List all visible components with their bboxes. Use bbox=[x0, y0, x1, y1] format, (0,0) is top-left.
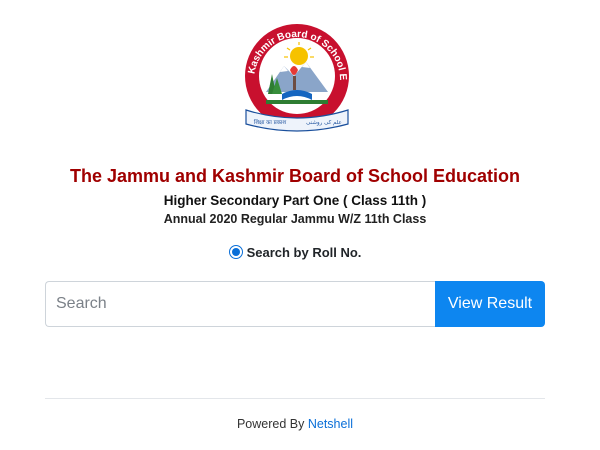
search-input[interactable] bbox=[45, 281, 435, 327]
netshell-link[interactable]: Netshell bbox=[308, 417, 353, 431]
result-page: Jammu & Kashmir Board of School Educatio… bbox=[0, 0, 600, 450]
footer: Powered By Netshell bbox=[0, 417, 590, 431]
board-logo: Jammu & Kashmir Board of School Educatio… bbox=[232, 14, 362, 136]
search-mode-option[interactable]: Search by Roll No. bbox=[0, 245, 590, 260]
logo-banner-right: علم کی روشنی bbox=[306, 119, 342, 126]
page-title: The Jammu and Kashmir Board of School Ed… bbox=[69, 166, 521, 186]
footer-prefix: Powered By bbox=[236, 417, 308, 431]
footer-divider bbox=[45, 398, 545, 399]
board-emblem-icon: Jammu & Kashmir Board of School Educatio… bbox=[232, 14, 349, 132]
class-subtitle: Higher Secondary Part One ( Class 11th ) bbox=[163, 193, 427, 208]
view-result-button[interactable]: View Result bbox=[435, 281, 545, 327]
logo-banner-left: शिक्षा का प्रकाश bbox=[254, 119, 286, 126]
roll-no-radio-label: Search by Roll No. bbox=[246, 245, 362, 260]
roll-no-radio[interactable] bbox=[228, 245, 243, 259]
exam-session: Annual 2020 Regular Jammu W/Z 11th Class bbox=[163, 212, 427, 226]
